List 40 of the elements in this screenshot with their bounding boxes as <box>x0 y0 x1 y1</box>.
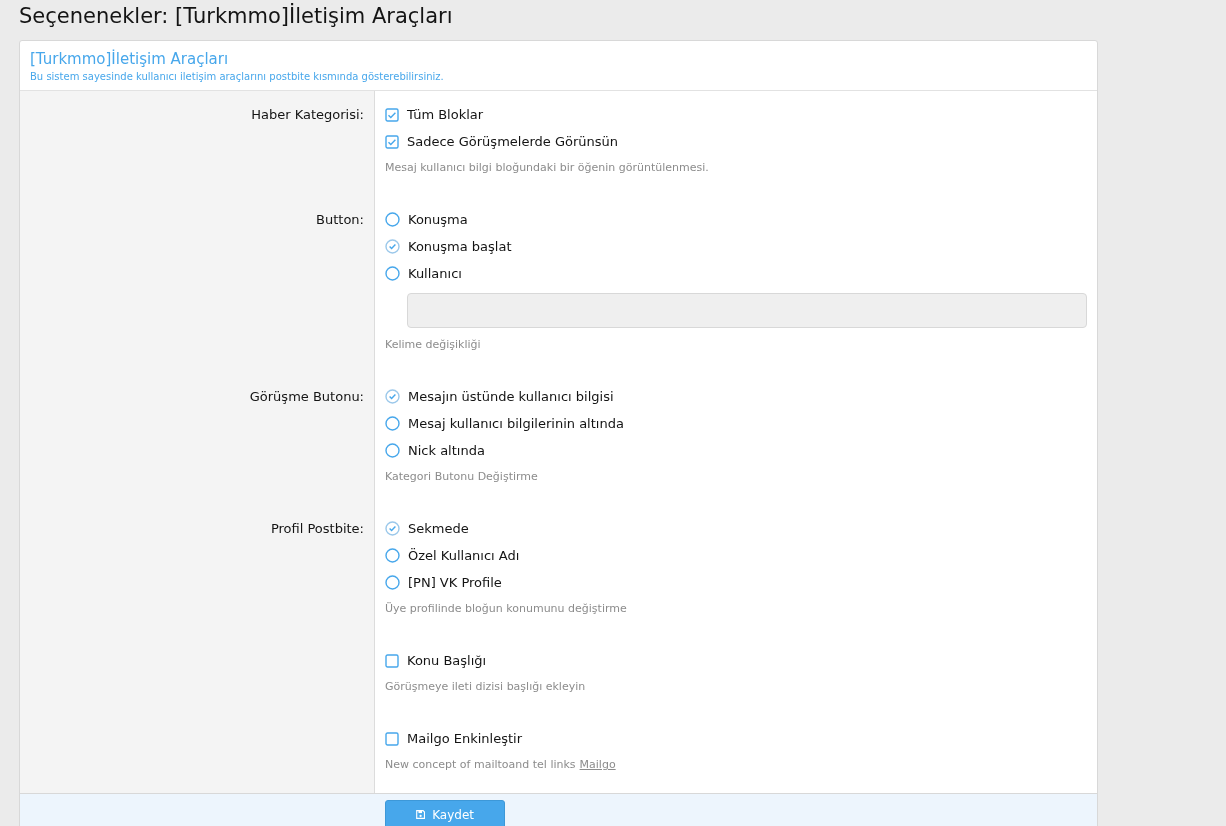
choice-label[interactable]: Özel Kullanıcı Adı <box>408 548 520 563</box>
choice-label[interactable]: Mesaj kullanıcı bilgilerinin altında <box>408 416 624 431</box>
choice-label[interactable]: Sadece Görüşmelerde Görünsün <box>407 134 618 149</box>
selected-radio-icon[interactable] <box>385 389 400 404</box>
radio-icon[interactable] <box>385 266 400 281</box>
radio-icon[interactable] <box>385 443 400 458</box>
checked-checkbox-icon[interactable] <box>385 134 399 149</box>
checked-checkbox-icon[interactable] <box>385 107 399 122</box>
checkbox-icon[interactable] <box>385 731 399 746</box>
choice-label[interactable]: Konuşma <box>408 212 468 227</box>
choice-label[interactable]: Mesajın üstünde kullanıcı bilgisi <box>408 389 614 404</box>
hint-text: Görüşmeye ileti dizisi başlığı ekleyin <box>385 680 586 693</box>
option-label: Haber Kategorisi: <box>251 107 364 122</box>
hint-text: New concept of mailtoand tel links <box>385 758 576 771</box>
choice-label[interactable]: Kullanıcı <box>408 266 462 281</box>
choice-label[interactable]: Mailgo Enkinleştir <box>407 731 522 746</box>
choice-label[interactable]: Tüm Bloklar <box>407 107 484 122</box>
choice-label[interactable]: Konu Başlığı <box>407 653 487 668</box>
choice-label[interactable]: [PN] VK Profile <box>408 575 502 590</box>
hint-text: Mesaj kullanıcı bilgi bloğundaki bir öğenin görüntülenmesi. <box>385 161 709 174</box>
hint-text: Kategori Butonu Değiştirme <box>385 470 538 483</box>
hint-text: Kelime değişikliği <box>385 338 481 351</box>
hint-text: Üye profilinde bloğun konumunu değiştirme <box>385 602 627 615</box>
radio-icon[interactable] <box>385 548 400 563</box>
page-title: Seçenenekler: [Turkmmo]İletişim Araçları <box>19 2 454 30</box>
radio-icon[interactable] <box>385 416 400 431</box>
radio-icon[interactable] <box>385 575 400 590</box>
selected-radio-icon[interactable] <box>385 239 400 254</box>
choice-label[interactable]: Konuşma başlat <box>408 239 512 254</box>
panel-title: [Turkmmo]İletişim Araçları <box>30 49 230 69</box>
radio-icon[interactable] <box>385 212 400 227</box>
option-label: Görüşme Butonu: <box>249 389 364 404</box>
panel-description: Bu sistem sayesinde kullanıcı iletişim araçlarını postbite kısmında gösterebilirsiniz. <box>30 70 445 84</box>
option-label: Button: <box>316 212 364 227</box>
choice-label[interactable]: Nick altında <box>408 443 485 458</box>
choice-label[interactable]: Sekmede <box>408 521 469 536</box>
mailgo-link[interactable]: Mailgo <box>579 758 616 771</box>
checkbox-icon[interactable] <box>385 653 399 668</box>
option-label: Profil Postbite: <box>270 521 364 536</box>
selected-radio-icon[interactable] <box>385 521 400 536</box>
